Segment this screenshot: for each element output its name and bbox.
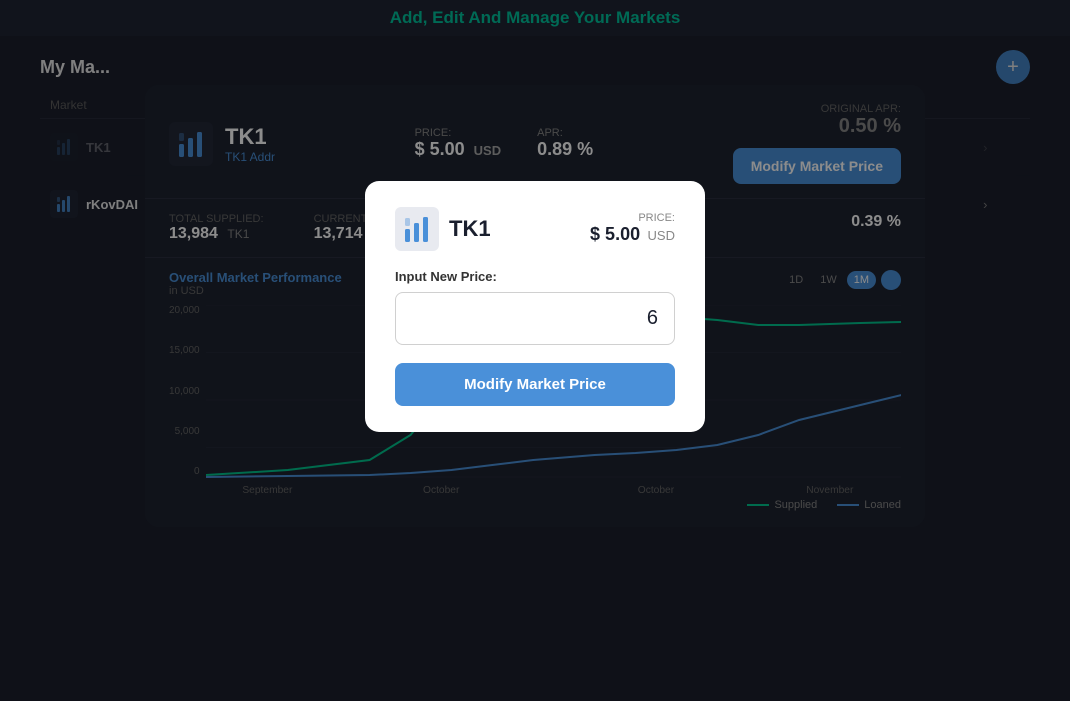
inner-price-value: $ 5.00	[590, 224, 640, 244]
price-input-modal: TK1 PRICE: $ 5.00 USD Input New Price:	[365, 181, 705, 432]
market-detail-modal: TK1 TK1 Addr PRICE: $ 5.00 USD	[145, 85, 925, 527]
new-price-input[interactable]	[395, 292, 675, 345]
input-new-price-label: Input New Price:	[395, 269, 675, 284]
inner-price-label: PRICE:	[590, 212, 675, 224]
price-input-modal-overlay: TK1 PRICE: $ 5.00 USD Input New Price:	[145, 85, 925, 527]
inner-price-unit: USD	[648, 228, 675, 243]
inner-modal-token-name: TK1	[449, 216, 491, 242]
inner-modify-market-price-button[interactable]: Modify Market Price	[395, 363, 675, 406]
